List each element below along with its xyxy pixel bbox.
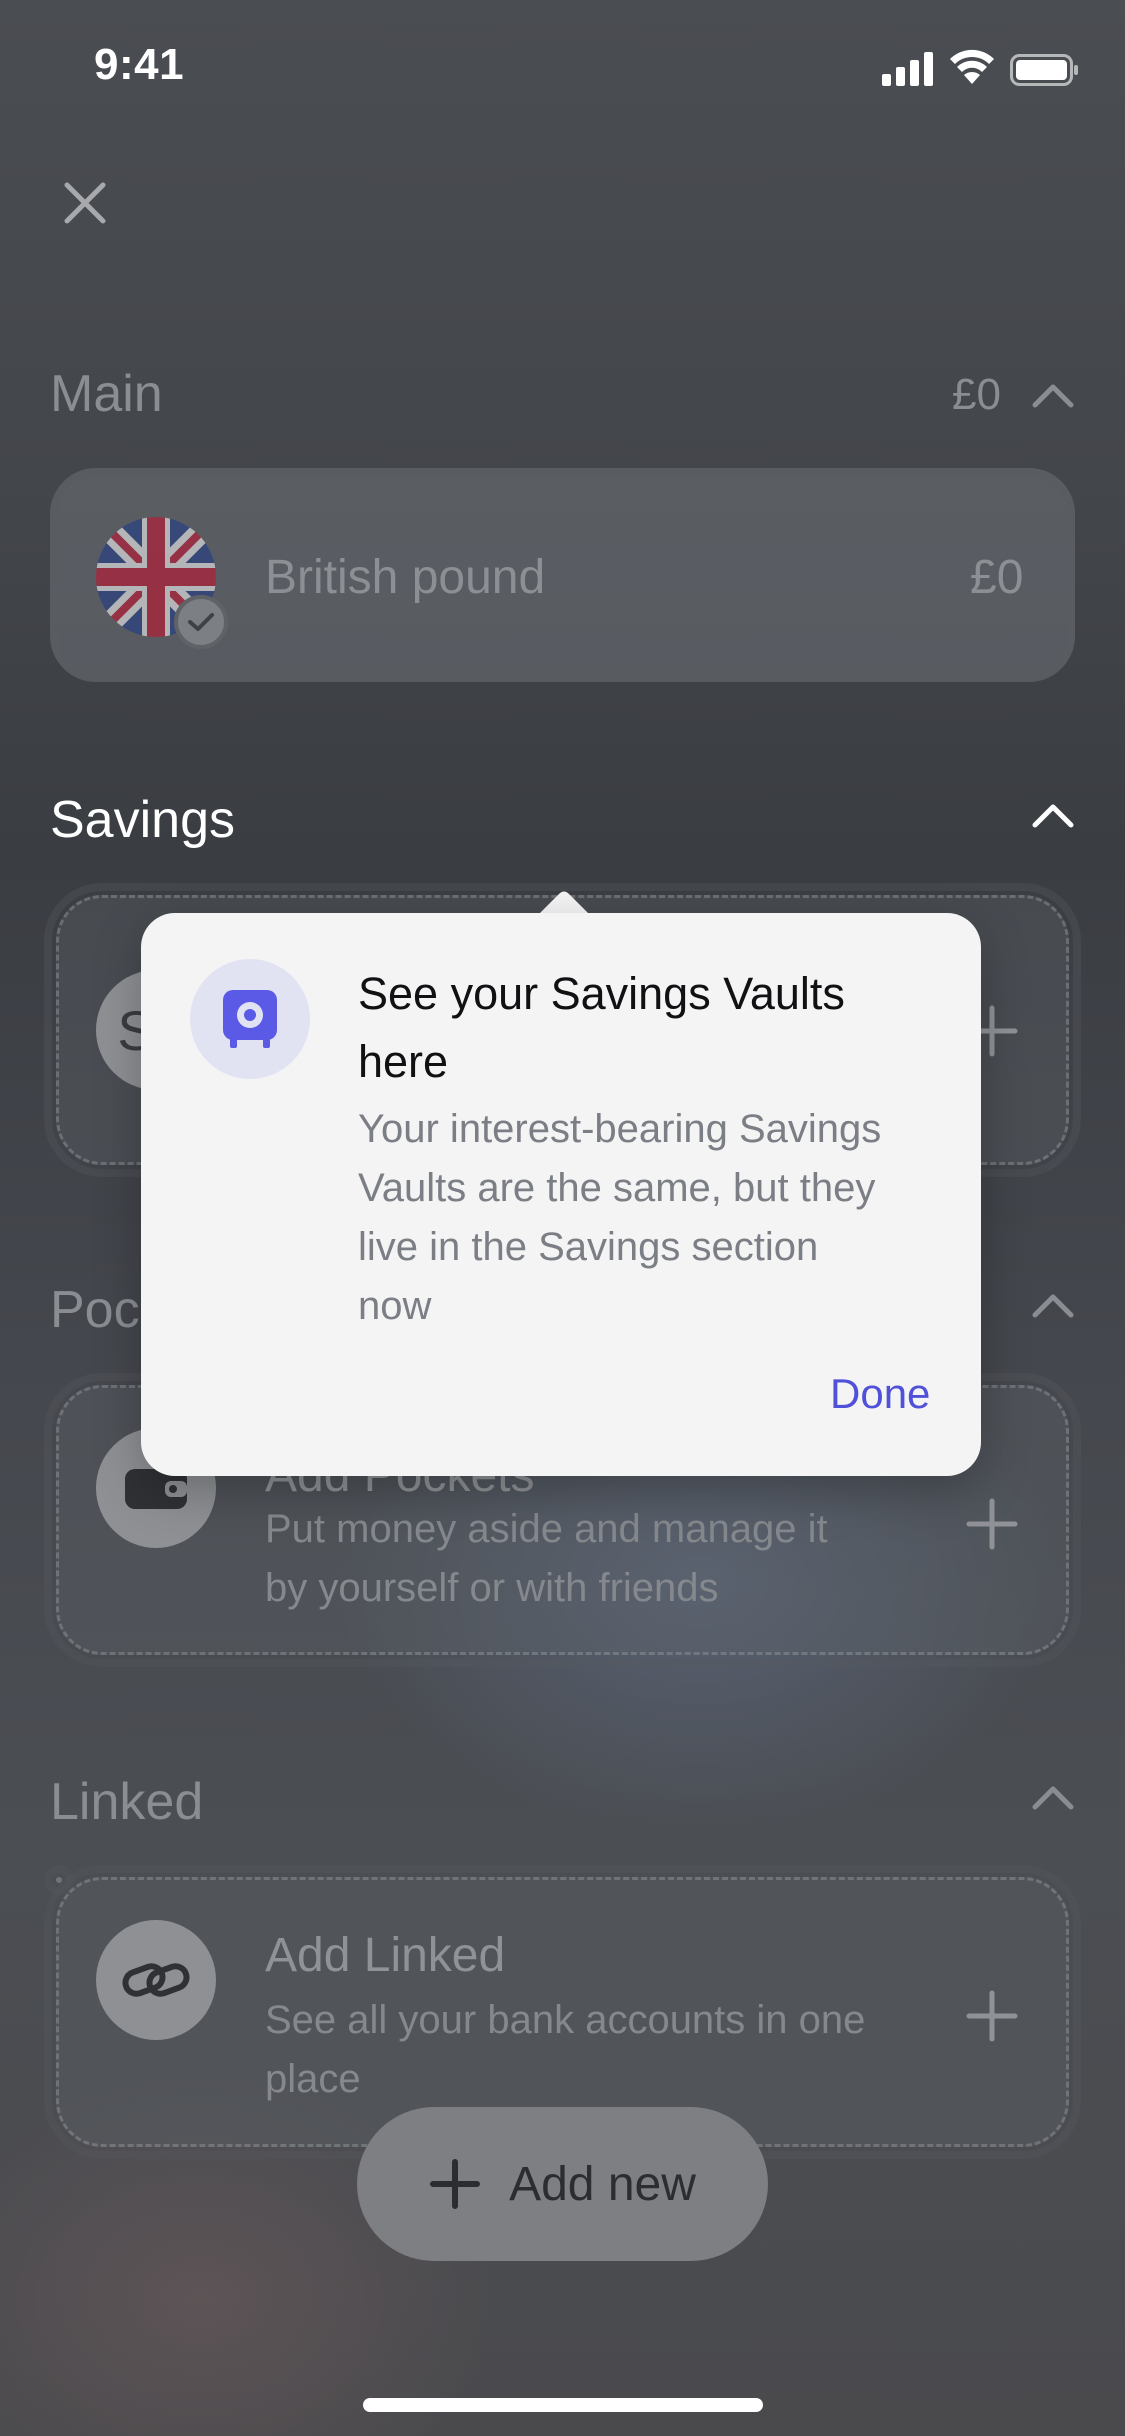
accounts-screen: 9:41 Main £0 British pound £0 Savings S … xyxy=(0,0,1125,2436)
signal-icon xyxy=(882,52,934,86)
chevron-up-icon[interactable] xyxy=(1031,381,1075,411)
vault-icon xyxy=(223,990,277,1048)
link-icon xyxy=(122,1963,190,1997)
chevron-up-icon[interactable] xyxy=(1031,1291,1075,1321)
section-title-pockets: Poc xyxy=(50,1281,140,1339)
plus-icon[interactable] xyxy=(966,1990,1018,2042)
status-time: 9:41 xyxy=(94,40,185,89)
tooltip-body-line-3: live in the Savings section xyxy=(358,1225,819,1269)
pockets-card-subtitle-2: by yourself or with friends xyxy=(265,1566,719,1610)
account-balance: £0 xyxy=(970,551,1024,604)
plus-icon[interactable] xyxy=(966,1498,1018,1550)
done-button[interactable]: Done xyxy=(830,1370,930,1418)
tooltip-body-line-2: Vaults are the same, but they xyxy=(358,1166,876,1210)
tooltip-body: Your interest-bearing Savings Vaults are… xyxy=(358,1100,948,1336)
linked-card-subtitle-2: place xyxy=(265,2057,361,2101)
account-name: British pound xyxy=(265,551,546,604)
chevron-up-icon[interactable] xyxy=(1031,801,1075,831)
add-new-label: Add new xyxy=(509,2157,696,2211)
linked-card[interactable] xyxy=(44,1865,74,1895)
tooltip-title: See your Savings Vaults here xyxy=(358,960,948,1096)
close-icon xyxy=(64,182,106,224)
main-total: £0 xyxy=(952,370,1001,419)
check-badge-icon xyxy=(174,595,228,649)
chevron-up-icon[interactable] xyxy=(1031,1783,1075,1813)
add-new-button[interactable]: Add new xyxy=(357,2107,768,2261)
tooltip-body-line-4: now xyxy=(358,1284,432,1328)
home-indicator[interactable] xyxy=(363,2398,763,2412)
pockets-card-subtitle-1: Put money aside and manage it xyxy=(265,1507,828,1551)
close-button[interactable] xyxy=(50,168,120,238)
battery-icon xyxy=(1010,54,1078,86)
tooltip-body-line-1: Your interest-bearing Savings xyxy=(358,1107,882,1151)
linked-card-subtitle-1: See all your bank accounts in one xyxy=(265,1998,866,2042)
tooltip-title-line-1: See your Savings Vaults xyxy=(358,968,845,1019)
section-title-main: Main xyxy=(50,365,163,423)
vault-icon-circle xyxy=(190,959,310,1079)
link-circle xyxy=(96,1920,216,2040)
wifi-icon xyxy=(950,49,994,84)
section-title-savings: Savings xyxy=(50,791,235,849)
tooltip-title-line-2: here xyxy=(358,1036,449,1087)
plus-icon xyxy=(430,2159,481,2209)
section-title-linked: Linked xyxy=(50,1773,204,1831)
linked-card-title: Add Linked xyxy=(265,1929,506,1982)
